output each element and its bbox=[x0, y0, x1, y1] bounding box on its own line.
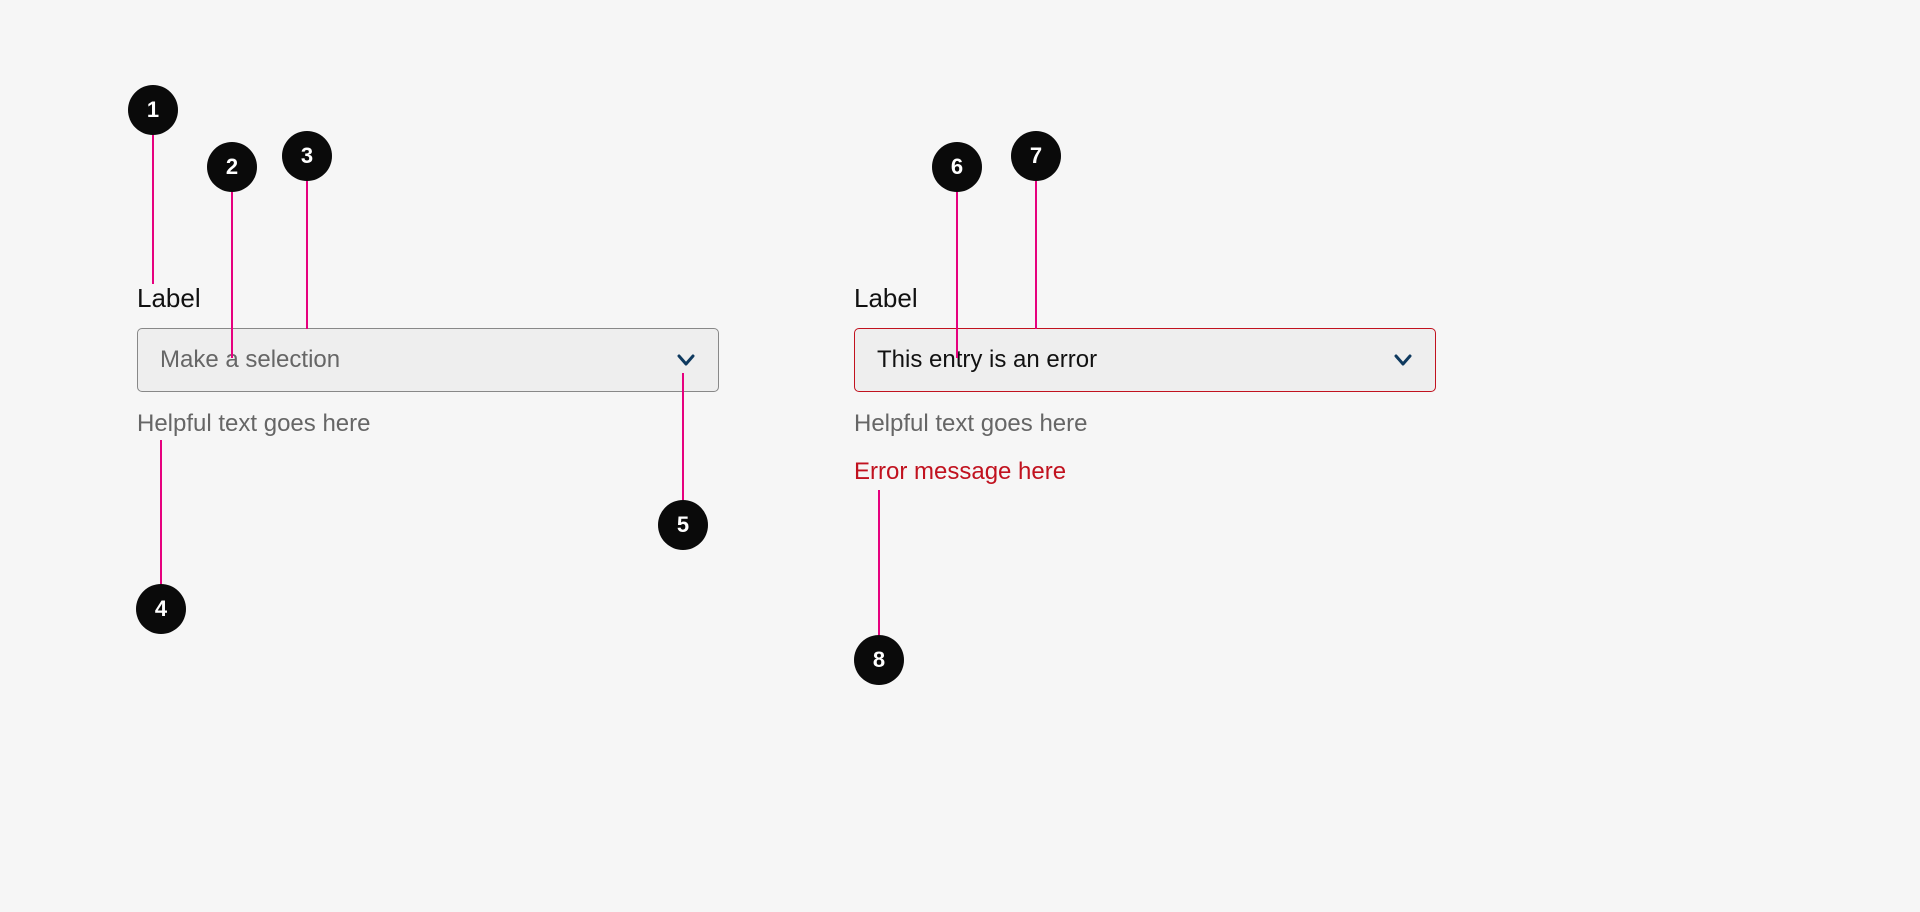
error-message: Error message here bbox=[854, 458, 1436, 486]
helper-text: Helpful text goes here bbox=[137, 410, 719, 438]
callout-badge-2: 2 bbox=[207, 142, 257, 192]
chevron-down-icon bbox=[676, 350, 696, 370]
dropdown-default-group: Label Make a selection Helpful text goes… bbox=[137, 283, 719, 438]
dropdown-placeholder-text: Make a selection bbox=[160, 346, 340, 374]
callout-badge-7: 7 bbox=[1011, 131, 1061, 181]
callout-badge-1: 1 bbox=[128, 85, 178, 135]
chevron-down-icon bbox=[1393, 350, 1413, 370]
dropdown-error[interactable]: This entry is an error bbox=[854, 328, 1436, 392]
callout-badge-3: 3 bbox=[282, 131, 332, 181]
dropdown-value-text: This entry is an error bbox=[877, 346, 1097, 374]
field-label: Label bbox=[854, 283, 1436, 314]
dropdown-default[interactable]: Make a selection bbox=[137, 328, 719, 392]
callout-leader-1 bbox=[152, 135, 154, 284]
callout-badge-8: 8 bbox=[854, 635, 904, 685]
callout-leader-3 bbox=[306, 181, 308, 329]
field-label: Label bbox=[137, 283, 719, 314]
callout-leader-7 bbox=[1035, 181, 1037, 329]
callout-leader-8 bbox=[878, 490, 880, 635]
callout-leader-6 bbox=[956, 192, 958, 358]
dropdown-error-group: Label This entry is an error Helpful tex… bbox=[854, 283, 1436, 486]
helper-text: Helpful text goes here bbox=[854, 410, 1436, 438]
callout-badge-5: 5 bbox=[658, 500, 708, 550]
anatomy-diagram: Label Make a selection Helpful text goes… bbox=[0, 0, 1920, 912]
callout-badge-4: 4 bbox=[136, 584, 186, 634]
callout-leader-2 bbox=[231, 192, 233, 358]
callout-leader-4 bbox=[160, 440, 162, 584]
callout-leader-5 bbox=[682, 373, 684, 500]
callout-badge-6: 6 bbox=[932, 142, 982, 192]
